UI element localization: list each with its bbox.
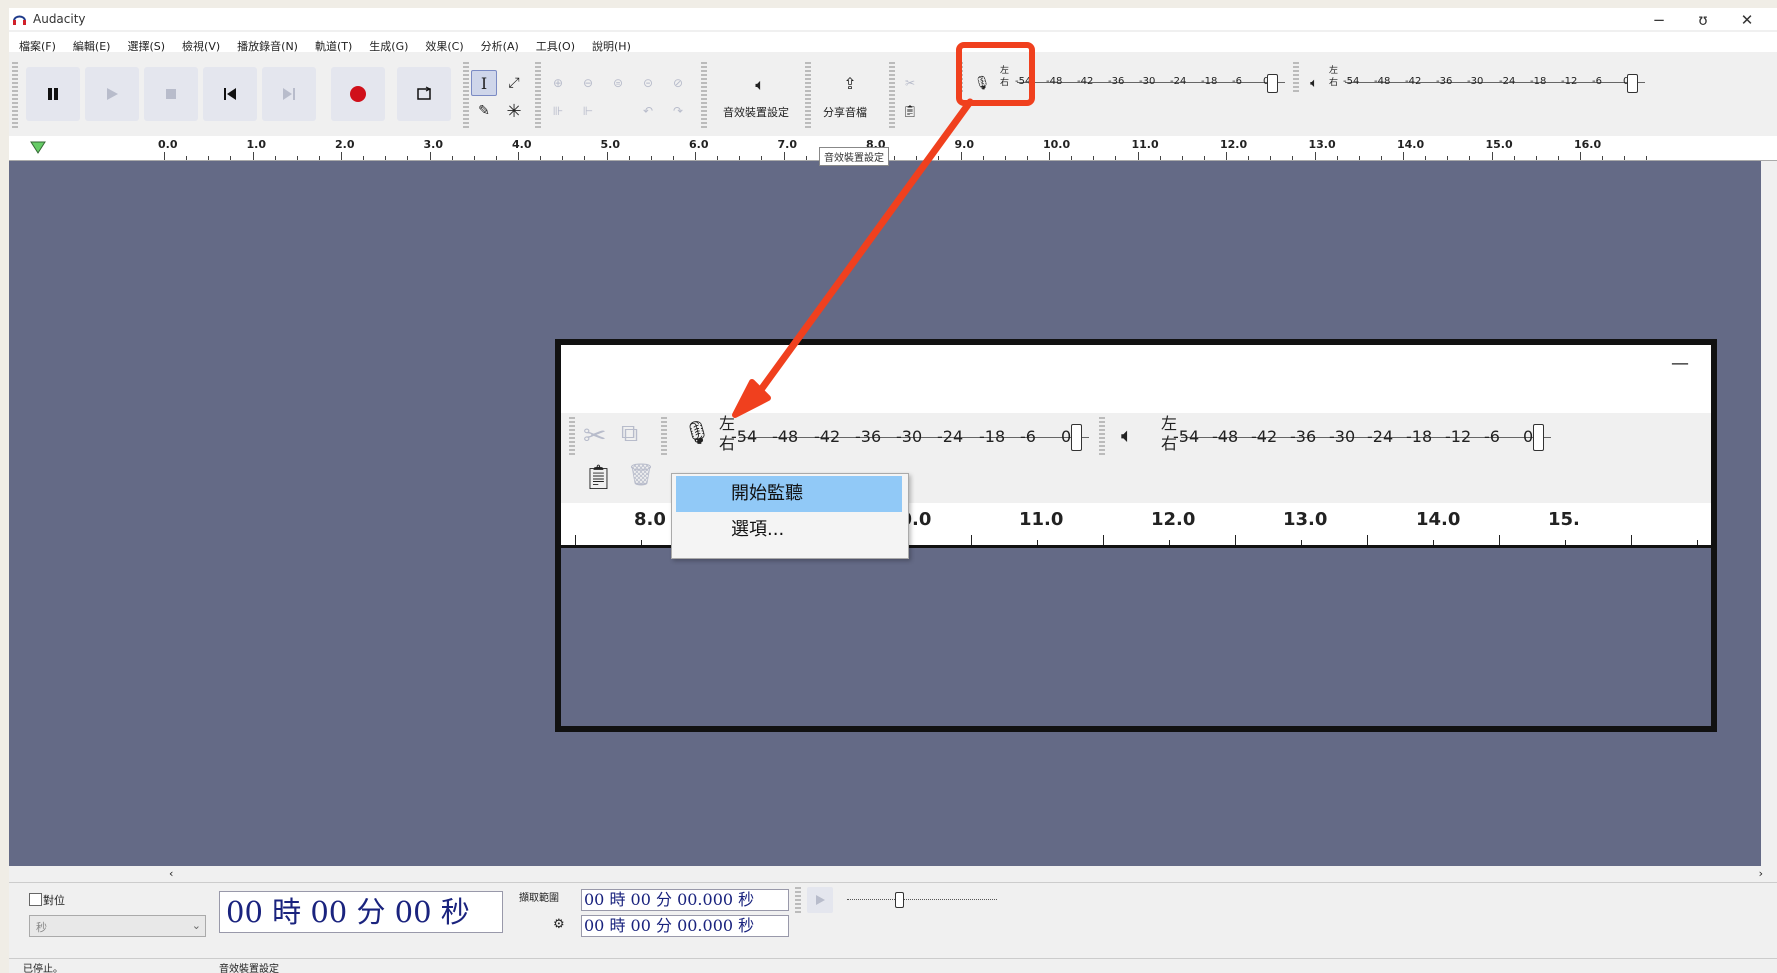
- arrow-shaft: [748, 98, 974, 406]
- annotation-arrow: [732, 98, 974, 418]
